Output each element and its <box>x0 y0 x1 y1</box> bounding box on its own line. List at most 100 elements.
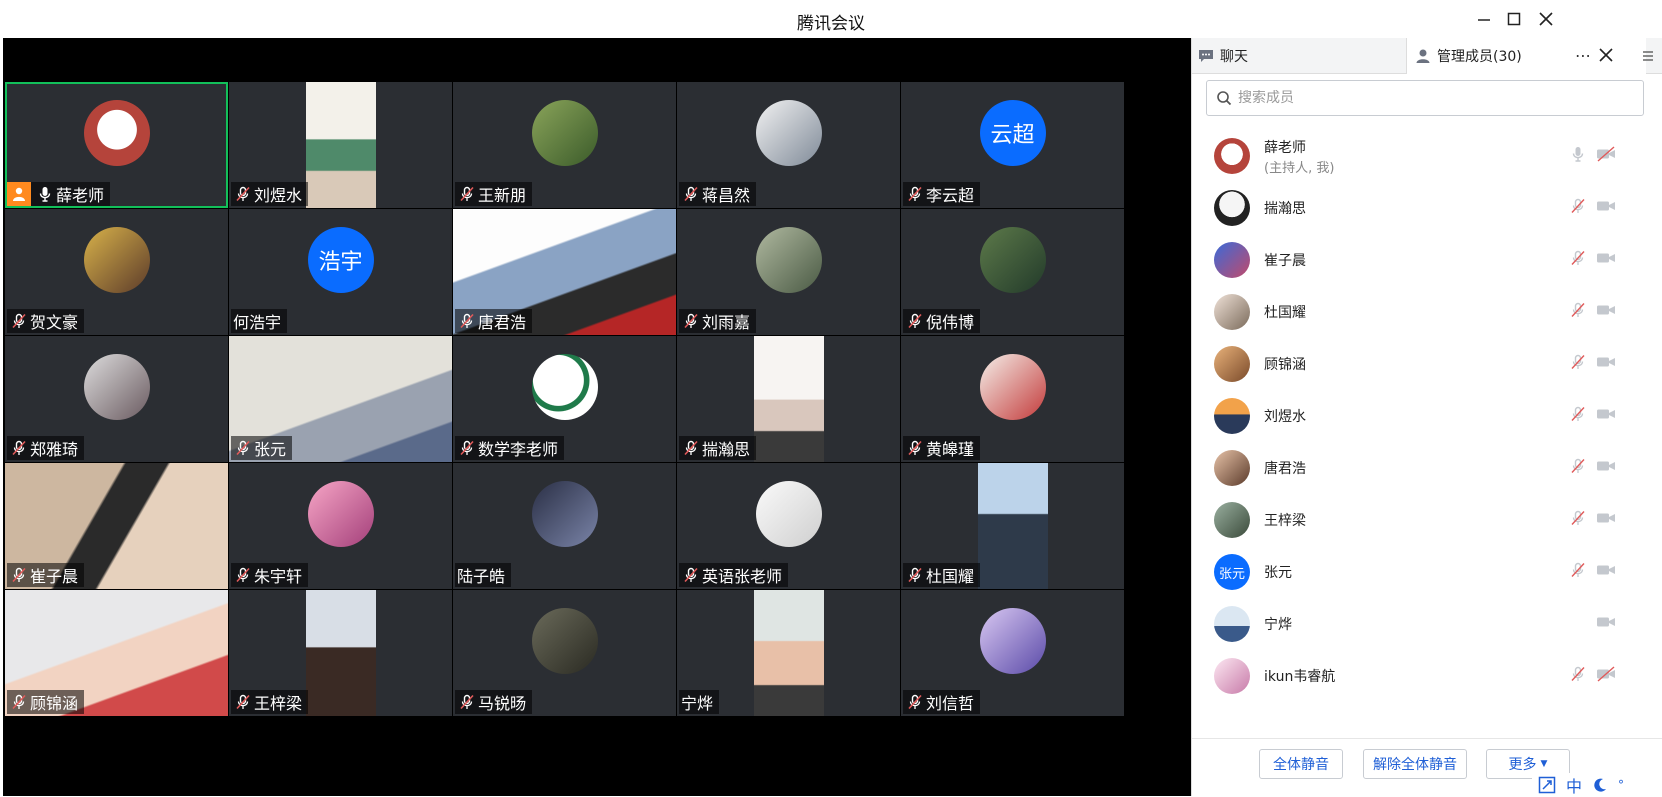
ime-language-label[interactable]: 中 <box>1566 773 1582 797</box>
camera-icon[interactable] <box>1596 614 1616 634</box>
participant-avatar <box>755 481 822 547</box>
member-name: 崔子晨 <box>1264 253 1306 269</box>
window-title: 腾讯会议 <box>797 14 865 34</box>
unmute-all-button[interactable]: 解除全体静音 <box>1363 749 1467 779</box>
video-tile[interactable]: 王梓梁 <box>229 590 452 716</box>
mic-muted-icon[interactable] <box>1570 666 1586 686</box>
participant-name: 李云超 <box>926 186 975 205</box>
video-tile[interactable]: 崔子晨 <box>5 463 228 589</box>
participant-name-tag: 郑雅琦 <box>7 436 85 460</box>
video-tile[interactable]: 刘煜水 <box>229 82 452 208</box>
member-row[interactable]: 唐君浩 <box>1192 442 1662 494</box>
video-grid: 薛老师 刘煜水 王新朋 蒋昌然 云超 李云超 贺文豪 浩宇 何浩宇 唐君浩 刘雨嘉 倪伟博 郑雅琦 张元数… <box>5 82 1189 752</box>
person-icon <box>1416 49 1430 63</box>
participant-avatar <box>83 100 150 166</box>
maximize-button[interactable] <box>1503 8 1525 30</box>
participant-name: 陆子皓 <box>457 567 506 586</box>
mic-muted-icon[interactable] <box>1570 458 1586 478</box>
camera-icon[interactable] <box>1596 354 1616 374</box>
hamburger-menu-icon[interactable] <box>1640 48 1656 64</box>
video-tile[interactable]: 数学李老师 <box>453 336 676 462</box>
member-row[interactable]: 揣瀚思 <box>1192 182 1662 234</box>
tab-chat[interactable]: 聊天 <box>1198 38 1406 74</box>
member-row[interactable]: 薛老师 (主持人, 我) <box>1192 130 1662 182</box>
tab-members[interactable]: 管理成员(30) ⋯ <box>1406 38 1646 74</box>
member-row[interactable]: 张元 张元 <box>1192 546 1662 598</box>
video-tile[interactable]: 朱宇轩 <box>229 463 452 589</box>
member-name: 揣瀚思 <box>1264 201 1306 217</box>
video-tile[interactable]: 马锐旸 <box>453 590 676 716</box>
camera-icon[interactable] <box>1596 562 1616 582</box>
close-window-button[interactable] <box>1535 8 1557 30</box>
member-row[interactable]: 王梓梁 <box>1192 494 1662 546</box>
video-tile[interactable]: 唐君浩 <box>453 209 676 335</box>
member-avatar <box>1214 398 1250 434</box>
participant-name: 宁烨 <box>681 694 714 713</box>
minimize-icon <box>1478 19 1490 21</box>
video-tile[interactable]: 浩宇 何浩宇 <box>229 209 452 335</box>
video-tile[interactable]: 刘雨嘉 <box>677 209 900 335</box>
close-panel-icon[interactable] <box>1599 48 1613 62</box>
member-name: 张元 <box>1264 565 1292 581</box>
mic-muted-icon <box>683 440 699 456</box>
mic-muted-icon[interactable] <box>1570 354 1586 374</box>
search-input[interactable] <box>1238 90 1618 106</box>
mic-muted-icon[interactable] <box>1570 302 1586 322</box>
camera-icon[interactable] <box>1596 510 1616 530</box>
member-row[interactable]: 杜国耀 <box>1192 286 1662 338</box>
video-tile[interactable]: 云超李云超 <box>901 82 1124 208</box>
video-tile[interactable]: 黄皞瑾 <box>901 336 1124 462</box>
mute-all-button[interactable]: 全体静音 <box>1259 749 1343 779</box>
ime-switch-icon[interactable] <box>1538 776 1556 794</box>
member-row[interactable]: ikun韦睿航 <box>1192 650 1662 702</box>
participant-name: 黄皞瑾 <box>926 440 975 459</box>
participant-avatar: 云超 <box>979 100 1046 166</box>
degree-icon[interactable]: ° <box>1618 778 1624 792</box>
mic-muted-icon[interactable] <box>1570 406 1586 426</box>
participant-name-tag: 数学李老师 <box>455 436 565 460</box>
camera-icon[interactable] <box>1596 406 1616 426</box>
member-row[interactable]: 宁烨 <box>1192 598 1662 650</box>
camera-off-icon[interactable] <box>1596 666 1616 686</box>
video-tile[interactable]: 刘信哲 <box>901 590 1124 716</box>
video-tile[interactable]: 贺文豪 <box>5 209 228 335</box>
participant-avatar <box>531 100 598 166</box>
participant-name-tag: 李云超 <box>903 182 981 206</box>
member-avatar <box>1214 502 1250 538</box>
minimize-button[interactable] <box>1473 8 1495 30</box>
member-row[interactable]: 顾锦涵 <box>1192 338 1662 390</box>
video-tile[interactable]: 顾锦涵 <box>5 590 228 716</box>
video-tile[interactable]: 郑雅琦 <box>5 336 228 462</box>
host-badge-icon <box>7 182 31 206</box>
video-tile[interactable]: 倪伟博 <box>901 209 1124 335</box>
member-search-box[interactable] <box>1206 80 1644 116</box>
moon-icon[interactable] <box>1592 777 1608 793</box>
participant-name-tag: 崔子晨 <box>7 563 85 587</box>
camera-icon[interactable] <box>1596 198 1616 218</box>
video-tile[interactable]: 英语张老师 <box>677 463 900 589</box>
member-avatar <box>1214 294 1250 330</box>
participant-name-tag: 刘雨嘉 <box>679 309 757 333</box>
mic-icon[interactable] <box>1570 146 1586 166</box>
mic-muted-icon[interactable] <box>1570 198 1586 218</box>
video-tile[interactable]: 张元 <box>229 336 452 462</box>
mic-muted-icon[interactable] <box>1570 510 1586 530</box>
mic-muted-icon[interactable] <box>1570 562 1586 582</box>
video-tile[interactable]: 杜国耀 <box>901 463 1124 589</box>
video-tile[interactable]: 揣瀚思 <box>677 336 900 462</box>
camera-icon[interactable] <box>1596 250 1616 270</box>
video-tile[interactable]: 蒋昌然 <box>677 82 900 208</box>
member-row[interactable]: 刘煜水 <box>1192 390 1662 442</box>
video-tile[interactable]: 薛老师 <box>5 82 228 208</box>
video-tile[interactable]: 陆子皓 <box>453 463 676 589</box>
video-tile[interactable]: 宁烨 <box>677 590 900 716</box>
camera-icon[interactable] <box>1596 458 1616 478</box>
more-options-icon[interactable]: ⋯ <box>1575 46 1592 65</box>
camera-off-icon[interactable] <box>1596 146 1616 166</box>
video-tile[interactable]: 王新朋 <box>453 82 676 208</box>
camera-icon[interactable] <box>1596 302 1616 322</box>
member-avatar <box>1214 190 1250 226</box>
member-row[interactable]: 崔子晨 <box>1192 234 1662 286</box>
member-name: 刘煜水 <box>1264 409 1306 425</box>
mic-muted-icon[interactable] <box>1570 250 1586 270</box>
